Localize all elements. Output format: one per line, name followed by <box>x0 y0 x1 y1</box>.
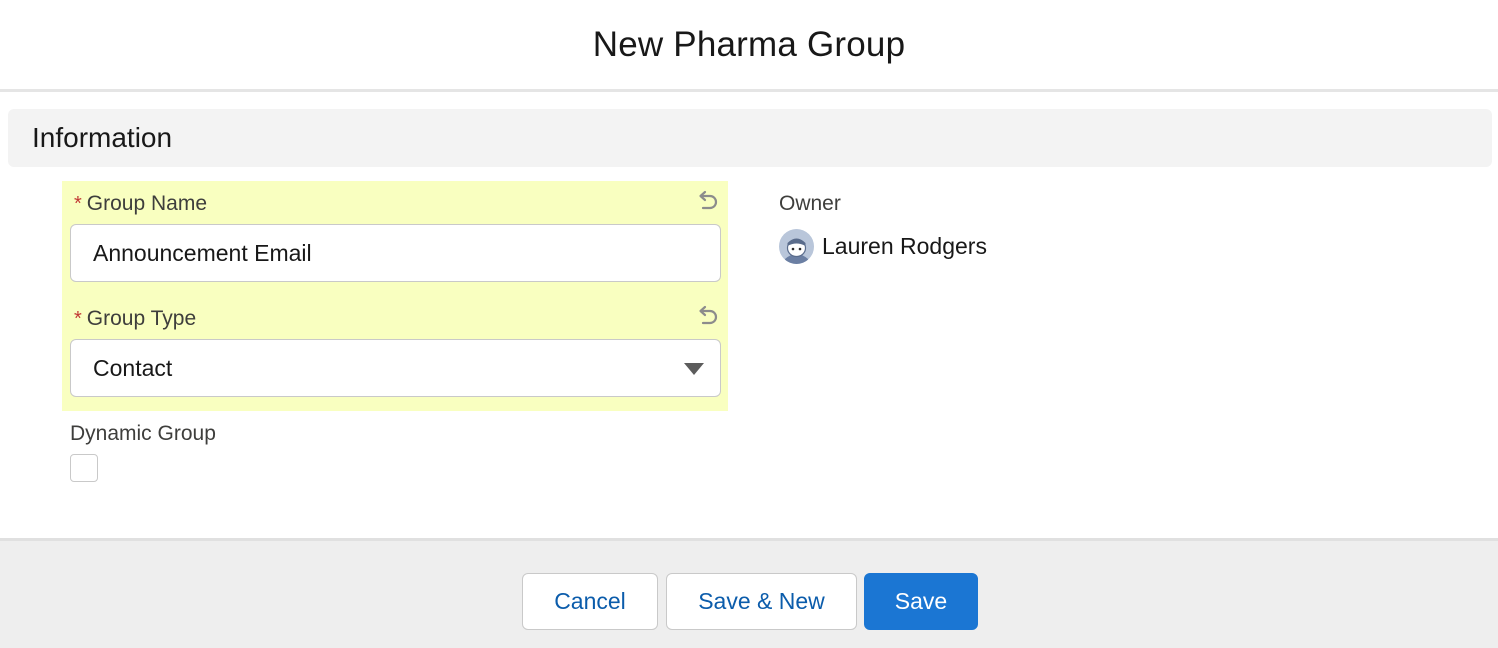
dynamic-group-label-text: Dynamic Group <box>70 422 216 445</box>
dynamic-group-checkbox[interactable] <box>70 454 98 482</box>
cancel-button[interactable]: Cancel <box>522 573 658 630</box>
undo-icon[interactable] <box>694 189 720 215</box>
modal-header: New Pharma Group <box>0 0 1498 92</box>
owner-name[interactable]: Lauren Rodgers <box>822 233 987 260</box>
owner-label: Owner <box>779 192 841 216</box>
group-name-label: * Group Name <box>74 192 207 216</box>
chevron-down-icon <box>684 363 704 375</box>
avatar-icon <box>779 229 814 264</box>
owner-label-text: Owner <box>779 192 841 215</box>
dynamic-group-label: Dynamic Group <box>70 422 216 446</box>
modal-title: New Pharma Group <box>592 24 906 64</box>
owner-value: Lauren Rodgers <box>779 229 987 264</box>
group-type-selected-value: Contact <box>93 354 173 381</box>
group-type-label-text: Group Type <box>86 307 197 330</box>
group-name-label-text: Group Name <box>86 192 208 215</box>
save-button[interactable]: Save <box>864 573 978 630</box>
section-header-information[interactable]: Information <box>8 109 1492 167</box>
required-marker: * <box>74 307 82 330</box>
group-type-label: * Group Type <box>74 307 196 331</box>
required-marker: * <box>74 192 82 215</box>
undo-icon[interactable] <box>694 304 720 330</box>
save-and-new-button[interactable]: Save & New <box>666 573 857 630</box>
section-title: Information <box>32 122 173 153</box>
group-type-select[interactable]: Contact <box>70 339 721 397</box>
modal-footer: Cancel Save & New Save <box>0 538 1498 648</box>
group-name-input[interactable] <box>70 224 721 282</box>
